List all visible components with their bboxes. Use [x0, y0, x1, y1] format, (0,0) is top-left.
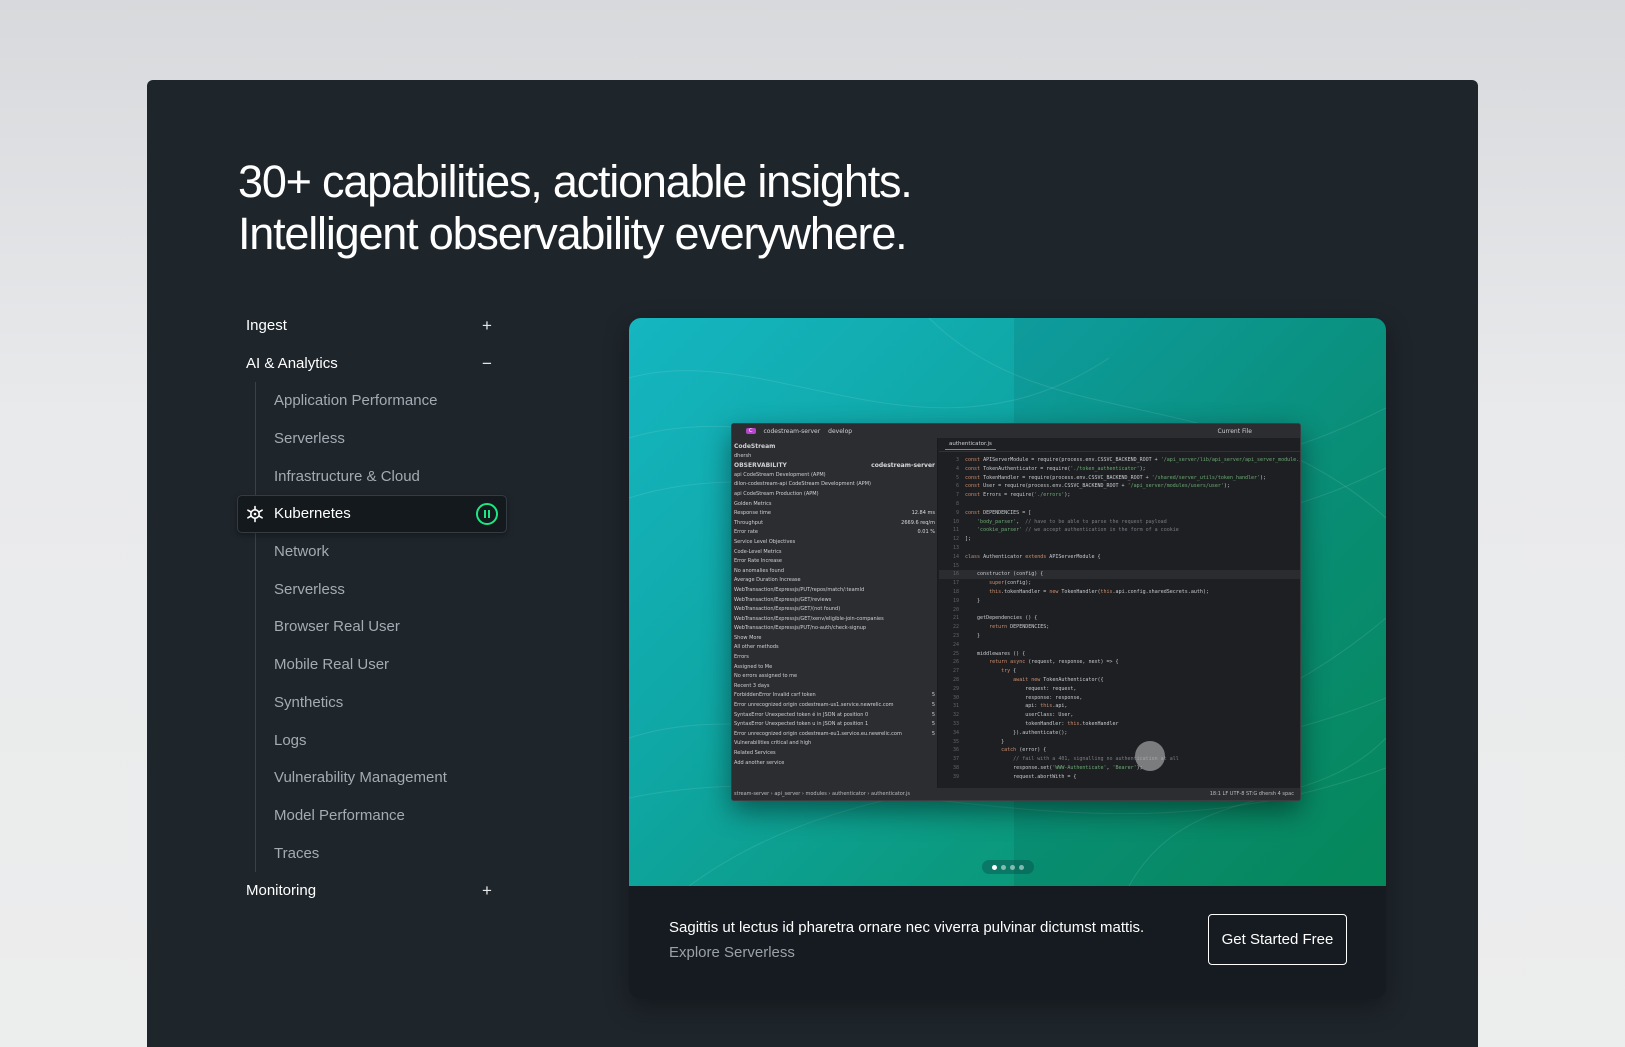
nav-item-infrastructure-cloud[interactable]: Infrastructure & Cloud	[255, 457, 507, 495]
nav-item-logs[interactable]: Logs	[255, 721, 507, 759]
error-row: SyntaxError Unexpected token é in JSON a…	[734, 711, 935, 718]
service-row: api CodeStream Production (APM)	[734, 490, 819, 497]
tree-row: Show More	[734, 634, 762, 641]
status-path: stream-server › api_server › modules › a…	[734, 791, 910, 797]
nav-item-serverless-2[interactable]: Serverless	[255, 570, 507, 608]
plus-icon[interactable]: +	[481, 317, 493, 334]
nav-item-serverless[interactable]: Serverless	[255, 420, 507, 458]
nav-item-synthetics[interactable]: Synthetics	[255, 684, 507, 722]
accordion-monitoring[interactable]: Monitoring +	[237, 872, 507, 910]
transaction-row: WebTransaction/Expressjs/PUT/no-auth/che…	[734, 625, 867, 632]
metric-row: Error rate 0.01 %	[734, 529, 935, 536]
transaction-row: WebTransaction/Expressjs/GET/reviews	[734, 596, 832, 603]
capabilities-accordion: Ingest + AI & Analytics − Application Pe…	[237, 306, 507, 910]
plus-icon[interactable]: +	[481, 882, 493, 899]
tree-row: All other methods	[734, 644, 779, 651]
ide-branch: develop	[828, 427, 853, 435]
accordion-ai-analytics-label: AI & Analytics	[246, 354, 338, 372]
transaction-row: WebTransaction/Expressjs/PUT/repos/match…	[734, 586, 865, 593]
golden-metrics-row: Golden Metrics	[734, 500, 772, 507]
tree-row: Vulnerabilities critical and high	[734, 740, 812, 747]
codestream-title: CodeStream	[734, 443, 776, 450]
tree-row: No errors assigned to me	[734, 673, 798, 680]
headline-line-2: Intelligent observability everywhere.	[238, 208, 908, 259]
cursor-indicator	[1135, 741, 1165, 771]
ide-screenshot: C codestream-server develop Current File…	[731, 423, 1301, 801]
nav-item-mobile-real-user[interactable]: Mobile Real User	[255, 646, 507, 684]
carousel-dot[interactable]	[992, 864, 997, 870]
tree-row: Related Services	[734, 750, 776, 756]
nav-item-model-performance[interactable]: Model Performance	[255, 797, 507, 835]
capabilities-section: 30+ capabilities, actionable insights. I…	[147, 80, 1478, 1047]
minus-icon[interactable]: −	[481, 355, 493, 372]
ide-toolbar: C codestream-server develop Current File	[732, 424, 1300, 438]
nav-item-browser-real-user[interactable]: Browser Real User	[255, 608, 507, 646]
metric-row: Throughput 2669.6 req/m	[734, 519, 935, 526]
file-tab: authenticator.js	[945, 439, 996, 450]
tree-row: Average Duration Increase	[734, 577, 801, 584]
error-row: Error unrecognized origin codestream-us1…	[734, 702, 935, 709]
get-started-button[interactable]: Get Started Free	[1208, 914, 1347, 965]
codestream-panel: CodeStream dhersh OBSERVABILITY codestrea…	[732, 438, 938, 790]
ide-status-bar: stream-server › api_server › modules › a…	[732, 788, 1300, 800]
code-content: 3 const APIServerModule = require(process…	[939, 452, 1300, 781]
error-row: ForbiddenError Invalid csrf token 5	[734, 692, 935, 699]
nav-item-kubernetes-label: Kubernetes	[274, 505, 351, 523]
error-row: SyntaxError Unexpected token u in JSON a…	[734, 721, 935, 728]
carousel-dot[interactable]	[1019, 864, 1024, 870]
kubernetes-icon	[246, 505, 264, 523]
tree-row: No anomalies found	[734, 567, 784, 574]
headline-line-1: 30+ capabilities, actionable insights.	[238, 156, 913, 207]
ide-project-name: codestream-server	[763, 427, 821, 435]
pause-icon[interactable]	[476, 502, 498, 525]
carousel-dot[interactable]	[1010, 864, 1015, 870]
accordion-monitoring-label: Monitoring	[246, 882, 317, 900]
media-card: C codestream-server develop Current File…	[629, 318, 1386, 999]
accordion-ai-analytics[interactable]: AI & Analytics −	[237, 344, 507, 382]
page-headline: 30+ capabilities, actionable insights. I…	[238, 156, 913, 260]
tree-row: Code-Level Metrics	[734, 548, 782, 555]
service-row: api CodeStream Development (APM)	[734, 471, 826, 478]
hero-media: C codestream-server develop Current File…	[629, 318, 1386, 886]
metric-row: Response time 12.84 ms	[734, 510, 935, 517]
carousel-dot[interactable]	[1001, 864, 1006, 870]
accordion-ingest[interactable]: Ingest +	[237, 306, 507, 344]
tree-row: Assigned to Me	[734, 663, 773, 670]
error-row: Error unrecognized origin codestream-eu1…	[734, 730, 935, 737]
project-badge: C	[746, 428, 756, 434]
tree-row: Errors	[734, 654, 749, 661]
nav-item-kubernetes[interactable]: Kubernetes	[237, 495, 507, 533]
service-row: dilon-codestream-api CodeStream Developm…	[734, 481, 871, 488]
code-editor: authenticator.js 3 const APIServerModule …	[939, 438, 1300, 790]
nav-item-traces[interactable]: Traces	[255, 834, 507, 872]
ide-run-config: Current File	[1217, 427, 1252, 435]
transaction-row: WebTransaction/Expressjs/GET/(not found)	[734, 606, 841, 613]
accordion-ingest-label: Ingest	[246, 316, 287, 334]
nav-item-application-performance[interactable]: Application Performance	[255, 382, 507, 420]
transaction-row: WebTransaction/Expressjs/GET/xenv/eligib…	[734, 615, 884, 622]
tree-row: Recent 3 days	[734, 682, 770, 689]
ai-analytics-sublist: Application Performance Serverless Infra…	[237, 382, 507, 872]
explore-link[interactable]: Explore Serverless	[669, 944, 1149, 961]
nav-item-vulnerability-management[interactable]: Vulnerability Management	[255, 759, 507, 797]
editor-tabs: authenticator.js	[939, 438, 1300, 452]
tree-row: Service Level Objectives	[734, 538, 796, 545]
media-caption: Sagittis ut lectus id pharetra ornare ne…	[669, 918, 1149, 961]
media-description: Sagittis ut lectus id pharetra ornare ne…	[669, 919, 1145, 936]
tree-row: Add another service	[734, 759, 785, 766]
tree-row: Error Rate Increase	[734, 558, 782, 565]
carousel-dots	[982, 860, 1034, 874]
user-row: dhersh	[734, 452, 752, 459]
observability-row: OBSERVABILITY codestream-server	[734, 462, 935, 470]
nav-item-network[interactable]: Network	[255, 533, 507, 571]
status-info: 18:1 LF UTF-8 ST:G dhersh 4 spac	[1209, 791, 1294, 797]
